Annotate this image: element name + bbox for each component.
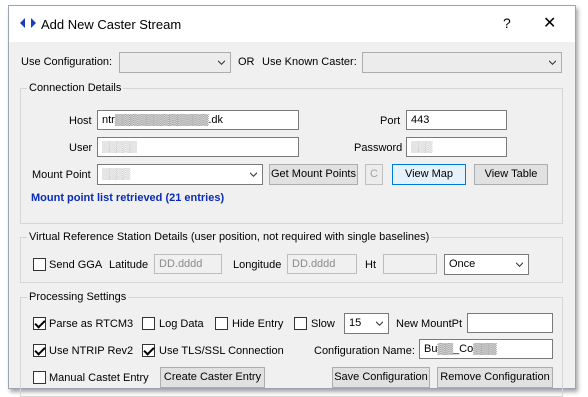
configuration-name-label: Configuration Name:	[314, 345, 415, 357]
new-mountpt-label: New MountPt	[396, 318, 463, 330]
use-known-caster-combo[interactable]	[362, 52, 562, 73]
latitude-label: Latitude	[109, 259, 149, 271]
new-mountpt-input[interactable]	[467, 313, 553, 333]
use-tls-label: Use TLS/SSL Connection	[159, 345, 284, 357]
chevron-down-icon	[549, 60, 556, 65]
use-known-caster-label: Use Known Caster:	[262, 56, 357, 68]
use-configuration-label: Use Configuration:	[21, 56, 113, 68]
send-gga-checkbox[interactable]	[33, 258, 46, 271]
slow-value-combo[interactable]: 15	[344, 313, 389, 334]
log-data-label: Log Data	[159, 318, 204, 330]
parse-rtcm3-checkbox[interactable]	[33, 317, 46, 330]
slow-checkbox[interactable]	[294, 317, 307, 330]
or-label: OR	[238, 56, 255, 68]
use-configuration-combo[interactable]	[119, 52, 231, 73]
host-label: Host	[69, 115, 92, 127]
latitude-input[interactable]: DD.dddd	[154, 254, 222, 274]
manual-castet-label: Manual Castet Entry	[49, 372, 149, 384]
chevron-down-icon	[376, 321, 383, 326]
close-button[interactable]: ✕	[543, 13, 556, 33]
use-ntrip-rev2-label: Use NTRIP Rev2	[49, 345, 134, 357]
mount-point-label: Mount Point	[32, 169, 91, 181]
port-input[interactable]: 443	[406, 110, 507, 130]
c-button[interactable]: C	[365, 164, 383, 185]
connection-details-title: Connection Details	[27, 82, 124, 94]
user-input[interactable]: ▒▒▒▒▒	[97, 137, 299, 157]
chevron-down-icon	[218, 60, 225, 65]
create-caster-entry-button[interactable]: Create Caster Entry	[160, 367, 265, 388]
password-label: Password	[354, 142, 403, 154]
port-label: Port	[380, 115, 401, 127]
log-data-checkbox[interactable]	[142, 317, 155, 330]
hide-entry-checkbox[interactable]	[215, 317, 228, 330]
ht-input[interactable]	[383, 254, 437, 274]
longitude-input[interactable]: DD.dddd	[287, 254, 357, 274]
password-input[interactable]: ▒▒▒	[406, 137, 507, 157]
remove-configuration-button[interactable]: Remove Configuration	[437, 367, 553, 388]
manual-castet-checkbox[interactable]	[33, 371, 46, 384]
vrs-details-title: Virtual Reference Station Details (user …	[27, 231, 432, 243]
chevron-down-icon	[516, 262, 523, 267]
mount-point-combo[interactable]: ▒▒▒▒	[97, 164, 263, 185]
mount-point-status: Mount point list retrieved (21 entries)	[31, 192, 225, 204]
send-gga-label: Send GGA	[49, 259, 103, 271]
ht-label: Ht	[365, 259, 376, 271]
use-ntrip-rev2-checkbox[interactable]	[33, 344, 46, 357]
mount-point-value: ▒▒▒▒	[102, 168, 130, 180]
processing-settings-title: Processing Settings	[27, 291, 129, 303]
save-configuration-button[interactable]: Save Configuration	[332, 367, 430, 388]
dialog-window: Add New Caster Stream ? ✕ Use Configurat…	[8, 5, 576, 397]
hide-entry-label: Hide Entry	[232, 318, 284, 330]
parse-rtcm3-label: Parse as RTCM3	[49, 318, 134, 330]
view-map-button[interactable]: View Map	[392, 164, 466, 185]
slow-value: 15	[349, 317, 362, 329]
gga-interval-combo[interactable]: Once	[444, 254, 529, 275]
get-mount-points-button[interactable]: Get Mount Points	[269, 164, 358, 185]
gga-interval-value: Once	[449, 258, 476, 270]
help-button[interactable]: ?	[503, 15, 511, 31]
host-input[interactable]: ntr▒▒▒▒▒▒▒▒▒▒▒▒.dk	[97, 110, 299, 130]
longitude-label: Longitude	[233, 259, 282, 271]
title-bar: Add New Caster Stream ? ✕	[9, 6, 575, 42]
slow-label: Slow	[311, 318, 335, 330]
app-diamond-icon	[20, 18, 36, 28]
window-title: Add New Caster Stream	[41, 17, 182, 32]
configuration-name-input[interactable]: Bu▒▒_Co▒▒▒	[419, 339, 553, 359]
chevron-down-icon	[250, 172, 257, 177]
view-table-button[interactable]: View Table	[474, 164, 548, 185]
use-tls-checkbox[interactable]	[142, 344, 155, 357]
user-label: User	[69, 142, 93, 154]
